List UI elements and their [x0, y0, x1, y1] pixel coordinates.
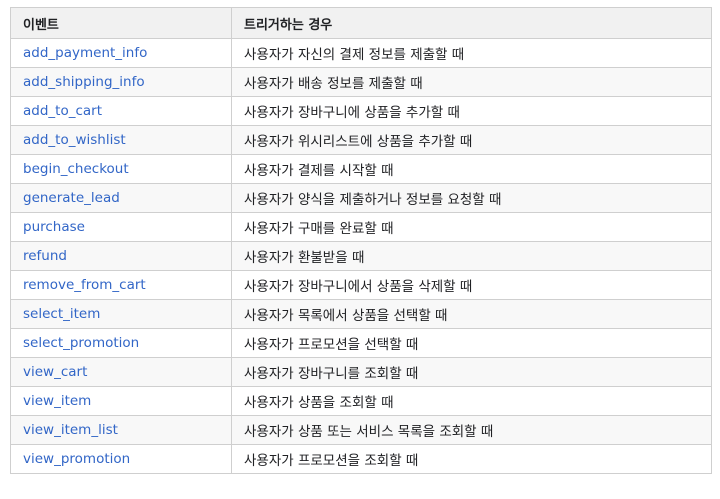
- trigger-cell: 사용자가 상품 또는 서비스 목록을 조회할 때: [231, 415, 712, 445]
- table-body: add_payment_info 사용자가 자신의 결제 정보를 제출할 때 add…: [10, 38, 712, 474]
- event-cell: view_item: [10, 386, 232, 416]
- trigger-cell: 사용자가 구매를 완료할 때: [231, 212, 712, 242]
- event-link[interactable]: remove_from_cart: [23, 277, 146, 293]
- table-row: view_item 사용자가 상품을 조회할 때: [10, 386, 712, 416]
- event-cell: select_promotion: [10, 328, 232, 358]
- trigger-cell: 사용자가 장바구니를 조회할 때: [231, 357, 712, 387]
- event-cell: add_payment_info: [10, 38, 232, 68]
- trigger-cell: 사용자가 장바구니에 상품을 추가할 때: [231, 96, 712, 126]
- header-row: 이벤트 트리거하는 경우: [10, 7, 712, 39]
- event-cell: purchase: [10, 212, 232, 242]
- event-cell: add_to_cart: [10, 96, 232, 126]
- table-row: purchase 사용자가 구매를 완료할 때: [10, 212, 712, 242]
- event-link[interactable]: generate_lead: [23, 190, 120, 206]
- table-row: select_item 사용자가 목록에서 상품을 선택할 때: [10, 299, 712, 329]
- event-link[interactable]: view_cart: [23, 364, 87, 380]
- event-link[interactable]: select_item: [23, 306, 100, 322]
- event-link[interactable]: add_shipping_info: [23, 74, 145, 90]
- event-cell: add_to_wishlist: [10, 125, 232, 155]
- event-link[interactable]: add_to_wishlist: [23, 132, 126, 148]
- header-trigger: 트리거하는 경우: [231, 7, 712, 39]
- table-row: view_cart 사용자가 장바구니를 조회할 때: [10, 357, 712, 387]
- trigger-cell: 사용자가 프로모션을 조회할 때: [231, 444, 712, 474]
- event-link[interactable]: view_promotion: [23, 451, 130, 467]
- trigger-cell: 사용자가 프로모션을 선택할 때: [231, 328, 712, 358]
- event-cell: view_item_list: [10, 415, 232, 445]
- table-row: refund 사용자가 환불받을 때: [10, 241, 712, 271]
- trigger-cell: 사용자가 자신의 결제 정보를 제출할 때: [231, 38, 712, 68]
- event-link[interactable]: begin_checkout: [23, 161, 129, 177]
- trigger-cell: 사용자가 위시리스트에 상품을 추가할 때: [231, 125, 712, 155]
- event-cell: view_cart: [10, 357, 232, 387]
- table-row: generate_lead 사용자가 양식을 제출하거나 정보를 요청할 때: [10, 183, 712, 213]
- event-link[interactable]: add_payment_info: [23, 45, 147, 61]
- table-row: add_to_wishlist 사용자가 위시리스트에 상품을 추가할 때: [10, 125, 712, 155]
- table-row: select_promotion 사용자가 프로모션을 선택할 때: [10, 328, 712, 358]
- event-link[interactable]: select_promotion: [23, 335, 139, 351]
- event-cell: add_shipping_info: [10, 67, 232, 97]
- event-link[interactable]: view_item_list: [23, 422, 118, 438]
- event-cell: generate_lead: [10, 183, 232, 213]
- table-row: add_to_cart 사용자가 장바구니에 상품을 추가할 때: [10, 96, 712, 126]
- event-cell: refund: [10, 241, 232, 271]
- event-link[interactable]: add_to_cart: [23, 103, 102, 119]
- event-cell: view_promotion: [10, 444, 232, 474]
- event-link[interactable]: purchase: [23, 219, 85, 235]
- events-table-container: 이벤트 트리거하는 경우 add_payment_info 사용자가 자신의 결제…: [10, 7, 712, 474]
- trigger-cell: 사용자가 상품을 조회할 때: [231, 386, 712, 416]
- trigger-cell: 사용자가 배송 정보를 제출할 때: [231, 67, 712, 97]
- table-row: add_payment_info 사용자가 자신의 결제 정보를 제출할 때: [10, 38, 712, 68]
- events-table: 이벤트 트리거하는 경우 add_payment_info 사용자가 자신의 결제…: [10, 7, 712, 474]
- trigger-cell: 사용자가 목록에서 상품을 선택할 때: [231, 299, 712, 329]
- event-link[interactable]: refund: [23, 248, 67, 264]
- trigger-cell: 사용자가 결제를 시작할 때: [231, 154, 712, 184]
- event-cell: remove_from_cart: [10, 270, 232, 300]
- table-header: 이벤트 트리거하는 경우: [10, 7, 712, 39]
- event-cell: begin_checkout: [10, 154, 232, 184]
- event-cell: select_item: [10, 299, 232, 329]
- trigger-cell: 사용자가 환불받을 때: [231, 241, 712, 271]
- trigger-cell: 사용자가 장바구니에서 상품을 삭제할 때: [231, 270, 712, 300]
- table-row: view_item_list 사용자가 상품 또는 서비스 목록을 조회할 때: [10, 415, 712, 445]
- trigger-cell: 사용자가 양식을 제출하거나 정보를 요청할 때: [231, 183, 712, 213]
- table-row: add_shipping_info 사용자가 배송 정보를 제출할 때: [10, 67, 712, 97]
- table-row: view_promotion 사용자가 프로모션을 조회할 때: [10, 444, 712, 474]
- table-row: begin_checkout 사용자가 결제를 시작할 때: [10, 154, 712, 184]
- event-link[interactable]: view_item: [23, 393, 91, 409]
- table-row: remove_from_cart 사용자가 장바구니에서 상품을 삭제할 때: [10, 270, 712, 300]
- header-event: 이벤트: [10, 7, 232, 39]
